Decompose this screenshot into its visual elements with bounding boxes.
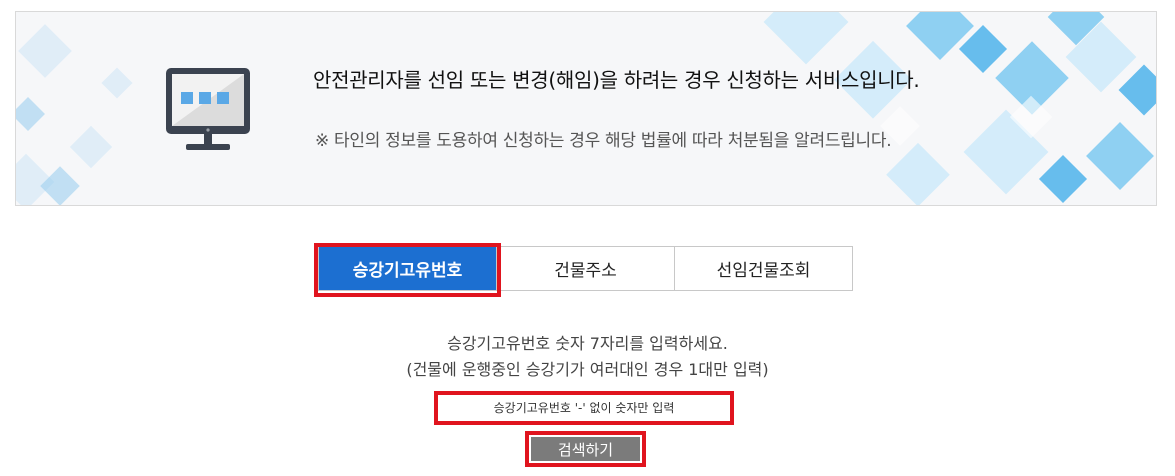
tab-elevator-number[interactable]: 승강기고유번호 <box>319 247 496 290</box>
elevator-number-input[interactable] <box>438 395 730 421</box>
banner-warning-notice: ※ 타인의 정보를 도용하여 신청하는 경우 해당 법률에 따라 처분됨을 알려… <box>315 131 892 151</box>
tab-building-address[interactable]: 건물주소 <box>496 247 674 290</box>
search-button[interactable]: 검색하기 <box>531 437 640 461</box>
instruction-line-2: (건물에 운행중인 승강기가 여러대인 경우 1대만 입력) <box>406 360 769 379</box>
service-banner: 안전관리자를 선임 또는 변경(해임)을 하려는 경우 신청하는 서비스입니다.… <box>15 11 1157 206</box>
tab-appointed-building-lookup[interactable]: 선임건물조회 <box>674 247 852 290</box>
search-button-highlight: 검색하기 <box>525 431 646 467</box>
search-tabs: 승강기고유번호 건물주소 선임건물조회 <box>318 246 853 291</box>
instruction-line-1: 승강기고유번호 숫자 7자리를 입력하세요. <box>447 334 728 353</box>
monitor-icon <box>166 68 250 150</box>
elevator-number-input-wrapper <box>434 391 734 425</box>
banner-service-description: 안전관리자를 선임 또는 변경(해임)을 하려는 경우 신청하는 서비스입니다. <box>313 68 920 92</box>
